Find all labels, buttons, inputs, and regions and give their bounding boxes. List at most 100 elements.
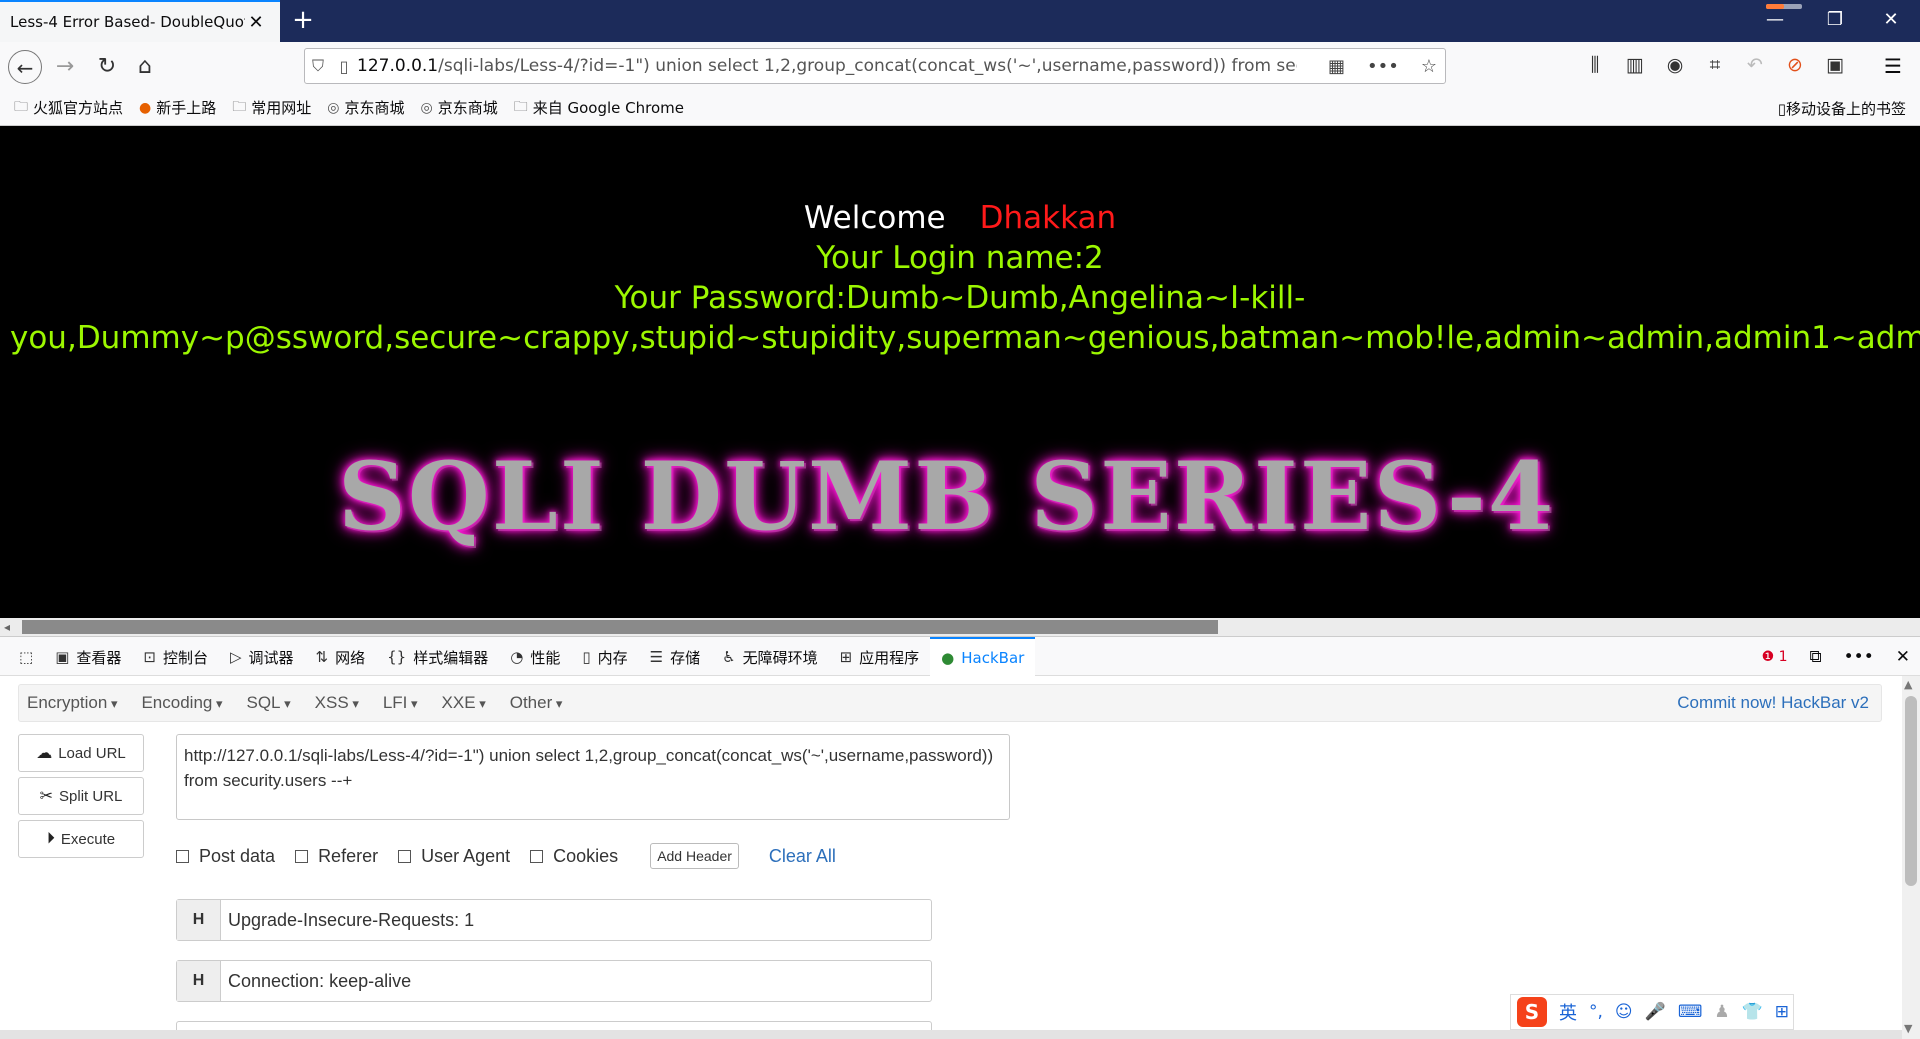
hamburger-menu-icon[interactable]: ☰ bbox=[1884, 54, 1902, 78]
bookmark-item[interactable]: ◎ 京东商城 bbox=[327, 97, 404, 118]
account-icon[interactable]: ◉ bbox=[1664, 54, 1686, 76]
dock-toggle-icon[interactable]: ⧉ bbox=[1810, 647, 1822, 667]
performance-icon: ◔ bbox=[510, 648, 524, 666]
element-picker-icon[interactable]: ⬚ bbox=[8, 637, 44, 677]
sidebar-icon[interactable]: ▥ bbox=[1624, 54, 1646, 76]
checkbox-box[interactable] bbox=[530, 849, 544, 863]
minimize-button[interactable]: — bbox=[1750, 6, 1800, 34]
blocker-icon[interactable]: ⊘ bbox=[1784, 54, 1806, 76]
page-info-icon[interactable]: ▯ bbox=[331, 57, 357, 76]
header-row: H Connection: keep-alive bbox=[176, 960, 932, 1002]
scrollbar-thumb[interactable] bbox=[22, 620, 1218, 634]
cookies-checkbox[interactable]: Cookies bbox=[530, 846, 618, 867]
tab-hackbar[interactable]: ● HackBar bbox=[930, 637, 1036, 677]
header-value-field[interactable]: Connection: keep-alive bbox=[221, 961, 931, 1001]
panel-vertical-scrollbar[interactable]: ▲ ▼ bbox=[1902, 676, 1920, 1039]
tab-accessibility[interactable]: ♿ 无障碍环境 bbox=[711, 637, 828, 677]
url-bar[interactable]: ⛉ ▯ 127.0.0.1/sqli-labs/Less-4/?id=-1") … bbox=[304, 48, 1446, 84]
scissors-icon: ✂ bbox=[39, 788, 54, 805]
globe-icon: ◎ bbox=[327, 99, 340, 116]
debugger-icon: ▷ bbox=[229, 648, 242, 666]
restore-button[interactable]: ❐ bbox=[1810, 6, 1860, 34]
header-type-label: H bbox=[177, 900, 221, 940]
menu-lfi[interactable]: LFI bbox=[383, 693, 418, 713]
tab-network[interactable]: ⇅ 网络 bbox=[305, 637, 377, 677]
referer-checkbox[interactable]: Referer bbox=[295, 846, 378, 867]
toolbox-icon[interactable]: ⊞ bbox=[1775, 1002, 1789, 1022]
new-tab-button[interactable]: + bbox=[288, 6, 318, 36]
back-button[interactable]: ← bbox=[8, 50, 42, 84]
devtools-menu-icon[interactable]: ••• bbox=[1844, 647, 1874, 667]
url-text[interactable]: 127.0.0.1/sqli-labs/Less-4/?id=-1") unio… bbox=[357, 56, 1297, 76]
checkbox-box[interactable] bbox=[398, 849, 412, 863]
tab-active[interactable]: Less-4 Error Based- DoubleQuot ✕ bbox=[0, 0, 280, 42]
tab-label: 调试器 bbox=[248, 648, 294, 667]
horizontal-scrollbar[interactable]: ◂ bbox=[0, 618, 1920, 636]
qr-code-icon[interactable]: ▦ bbox=[1328, 56, 1345, 77]
url-path: /sqli-labs/Less-4/?id=-1") union select … bbox=[438, 56, 1297, 76]
error-count-badge[interactable]: ❶ 1 bbox=[1762, 649, 1788, 665]
microphone-icon[interactable]: 🎤 bbox=[1645, 1002, 1666, 1022]
tab-style-editor[interactable]: {} 样式编辑器 bbox=[376, 637, 499, 677]
ime-language[interactable]: 英 bbox=[1559, 999, 1577, 1025]
close-window-button[interactable]: ✕ bbox=[1866, 6, 1916, 34]
user-agent-checkbox[interactable]: User Agent bbox=[398, 846, 510, 867]
reload-button[interactable]: ↻ bbox=[90, 50, 124, 84]
tab-application[interactable]: ⊞ 应用程序 bbox=[829, 637, 931, 677]
checkbox-box[interactable] bbox=[295, 849, 309, 863]
extension-icon[interactable]: ▣ bbox=[1824, 54, 1846, 76]
bookmark-item[interactable]: ● 新手上路 bbox=[139, 97, 216, 118]
forward-button[interactable]: → bbox=[48, 50, 82, 84]
mobile-bookmarks[interactable]: ▯移动设备上的书签 bbox=[1778, 98, 1906, 119]
shield-icon[interactable]: ⛉ bbox=[305, 56, 331, 76]
execute-button[interactable]: ⏵ Execute bbox=[18, 820, 144, 858]
bookmark-item[interactable]: 🗀 常用网址 bbox=[232, 96, 311, 120]
menu-sql[interactable]: SQL bbox=[247, 693, 291, 713]
menu-encoding[interactable]: Encoding bbox=[141, 693, 222, 713]
menu-xxe[interactable]: XXE bbox=[442, 693, 486, 713]
screenshot-icon[interactable]: ⌗ bbox=[1704, 54, 1726, 76]
menu-encryption[interactable]: Encryption bbox=[27, 693, 117, 713]
tab-console[interactable]: ⊡ 控制台 bbox=[132, 637, 219, 677]
bookmark-label: 京东商城 bbox=[344, 99, 405, 117]
header-value-field[interactable]: Upgrade-Insecure-Requests: 1 bbox=[221, 900, 931, 940]
scroll-left-icon[interactable]: ◂ bbox=[4, 618, 10, 636]
page-actions-menu[interactable]: ••• bbox=[1367, 56, 1399, 77]
bookmark-star-icon[interactable]: ☆ bbox=[1421, 56, 1437, 77]
library-icon[interactable]: ⫼ bbox=[1584, 54, 1606, 76]
tab-storage[interactable]: ☰ 存储 bbox=[639, 637, 711, 677]
sogou-logo-icon[interactable]: S bbox=[1517, 997, 1547, 1027]
tab-performance[interactable]: ◔ 性能 bbox=[499, 637, 571, 677]
scroll-up-icon[interactable]: ▲ bbox=[1904, 678, 1912, 691]
keyboard-icon[interactable]: ⌨ bbox=[1678, 1002, 1703, 1022]
home-button[interactable]: ⌂ bbox=[128, 50, 162, 84]
load-url-button[interactable]: ☁ Load URL bbox=[18, 734, 144, 772]
tab-close-icon[interactable]: ✕ bbox=[245, 12, 267, 33]
tab-debugger[interactable]: ▷ 调试器 bbox=[219, 637, 305, 677]
clear-all-link[interactable]: Clear All bbox=[769, 846, 836, 867]
url-textarea[interactable]: http://127.0.0.1/sqli-labs/Less-4/?id=-1… bbox=[176, 734, 1010, 820]
emoji-icon[interactable]: ☺ bbox=[1615, 1002, 1633, 1022]
scroll-down-icon[interactable]: ▼ bbox=[1904, 1022, 1912, 1035]
undo-icon[interactable]: ↶ bbox=[1744, 54, 1766, 76]
cloud-download-icon: ☁ bbox=[36, 745, 53, 762]
add-header-button[interactable]: Add Header bbox=[650, 843, 739, 869]
punctuation-icon[interactable]: °, bbox=[1589, 1002, 1603, 1022]
checkbox-box[interactable] bbox=[176, 849, 189, 863]
scrollbar-thumb[interactable] bbox=[1905, 696, 1917, 886]
split-url-button[interactable]: ✂ Split URL bbox=[18, 777, 144, 815]
devtools-close-icon[interactable]: ✕ bbox=[1896, 647, 1910, 667]
bookmark-label: 常用网址 bbox=[251, 99, 312, 117]
devtools-toolbar: ⬚ ▣ 查看器 ⊡ 控制台 ▷ 调试器 ⇅ 网络 {} 样式编辑器 ◔ 性能 ▯ 内存 ☰ 存储… bbox=[0, 636, 1920, 677]
tab-inspector[interactable]: ▣ 查看器 bbox=[44, 637, 132, 677]
menu-xss[interactable]: XSS bbox=[315, 693, 359, 713]
bookmark-item[interactable]: ◎ 京东商城 bbox=[421, 97, 498, 118]
bookmark-item[interactable]: 🗀 火狐官方站点 bbox=[14, 96, 123, 120]
bookmark-item[interactable]: 🗀 来自 Google Chrome bbox=[514, 96, 684, 120]
post-data-checkbox[interactable]: Post data bbox=[176, 846, 275, 867]
tab-memory[interactable]: ▯ 内存 bbox=[571, 637, 638, 677]
skin-icon[interactable]: 👕 bbox=[1742, 1002, 1763, 1022]
commit-link[interactable]: Commit now! HackBar v2 bbox=[1677, 693, 1869, 713]
user-icon[interactable]: ♟ bbox=[1714, 1002, 1729, 1022]
menu-other[interactable]: Other bbox=[510, 693, 563, 713]
